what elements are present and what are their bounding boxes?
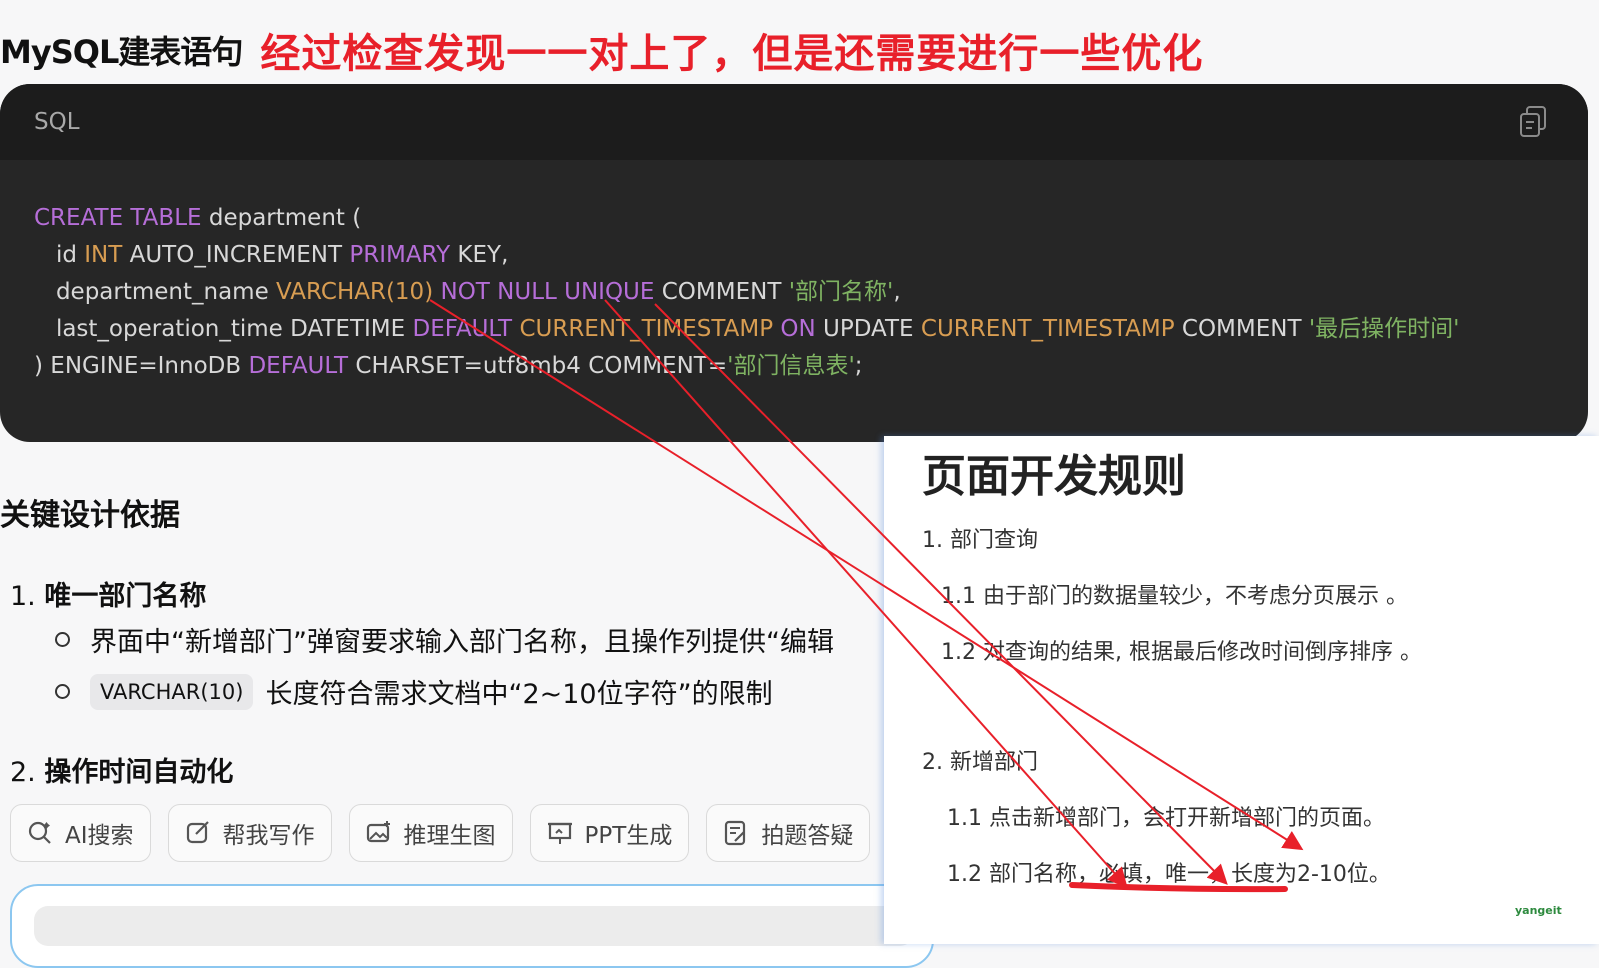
doc-line: 1. 部门查询 — [922, 528, 1038, 553]
code-text: last_operation_time DATETIME — [55, 316, 413, 342]
photo-question-icon — [725, 820, 746, 846]
code-keyword: DEFAULT — [248, 353, 349, 379]
code-string: '最后操作时间' — [1308, 316, 1460, 342]
bullet-circle-icon — [55, 684, 70, 699]
list-item-title: 唯一部门名称 — [44, 581, 207, 612]
edit-icon — [186, 821, 209, 844]
code-line-5: ) ENGINE=InnoDB DEFAULT CHARSET=utf8mb4 … — [34, 348, 1588, 385]
code-text: AUTO_INCREMENT — [122, 242, 350, 268]
code-text: department_name — [55, 279, 277, 305]
writing-assistant-button[interactable]: 帮我写作 — [167, 804, 332, 862]
code-text: CHARSET=utf8mb4 COMMENT= — [348, 353, 728, 379]
code-text: COMMENT — [1174, 316, 1309, 342]
chat-input-field[interactable] — [34, 906, 914, 946]
list-number: 1. — [10, 581, 36, 612]
code-text: KEY, — [450, 242, 509, 268]
code-language-label: SQL — [34, 109, 80, 135]
code-keyword: CREATE TABLE — [34, 205, 202, 231]
code-string: '部门名称' — [788, 279, 894, 305]
code-string: '部门信息表' — [727, 353, 855, 379]
code-keyword: ON — [780, 316, 816, 342]
code-keyword: PRIMARY — [349, 242, 451, 268]
bullet-text: 界面中“新增部门”弹窗要求输入部门名称，且操作列提供“编辑 — [90, 627, 834, 658]
list-item-1: 1. 唯一部门名称 — [10, 574, 206, 613]
doc-line: 2. 新增部门 — [922, 750, 1038, 775]
bullet-text: 长度符合需求文档中“2~10位字符”的限制 — [265, 679, 773, 710]
title-row: MySQL建表语句 经过检查发现一一对上了，但是还需要进行一些优化 — [0, 22, 1203, 78]
red-annotation: 经过检查发现一一对上了，但是还需要进行一些优化 — [260, 31, 1204, 77]
code-text: department ( — [201, 205, 362, 231]
photo-question-button[interactable]: 拍题答疑 — [706, 804, 871, 862]
code-header: SQL — [0, 84, 1588, 160]
code-line-4: last_operation_time DATETIME DEFAULT CUR… — [34, 311, 1588, 348]
list-number: 2. — [10, 757, 36, 788]
code-text: COMMENT — [654, 279, 789, 305]
code-type: CURRENT_TIMESTAMP — [920, 316, 1175, 342]
ai-search-button[interactable]: AI搜索 — [10, 804, 151, 862]
code-text: , — [893, 279, 901, 305]
code-keyword: DEFAULT — [412, 316, 513, 342]
ppt-icon — [547, 822, 572, 844]
code-text: UPDATE — [815, 316, 921, 342]
doc-line: 1.1 由于部门的数据量较少，不考虑分页展示 。 — [941, 584, 1408, 609]
image-gen-icon — [366, 821, 390, 843]
list-item-2: 2. 操作时间自动化 — [10, 750, 233, 789]
image-generation-button[interactable]: 推理生图 — [348, 804, 513, 862]
code-type: CURRENT_TIMESTAMP — [519, 316, 774, 342]
code-content: CREATE TABLE department ( id INT AUTO_IN… — [0, 160, 1588, 385]
inline-code: VARCHAR(10) — [90, 673, 254, 710]
doc-title: 页面开发规则 — [922, 451, 1186, 502]
bullet-item: VARCHAR(10) 长度符合需求文档中“2~10位字符”的限制 — [55, 672, 773, 711]
code-line-3: department_name VARCHAR(10) NOT NULL UNI… — [34, 274, 1588, 311]
button-label: PPT生成 — [584, 823, 673, 849]
button-label: 拍题答疑 — [761, 823, 854, 849]
ai-search-icon — [28, 821, 51, 844]
section-heading: 关键设计依据 — [0, 498, 180, 533]
quick-action-toolbar: AI搜索 帮我写作 推理生图 PPT生成 拍题答疑 — [10, 804, 871, 862]
code-keyword: NOT NULL UNIQUE — [440, 279, 655, 305]
button-label: 推理生图 — [403, 823, 496, 849]
bullet-item: 界面中“新增部门”弹窗要求输入部门名称，且操作列提供“编辑 — [55, 620, 834, 659]
copy-icon[interactable] — [1518, 105, 1548, 139]
list-item-title: 操作时间自动化 — [44, 757, 234, 788]
watermark: yangeit — [1515, 904, 1562, 917]
doc-line: 1.1 点击新增部门，会打开新增部门的页面。 — [947, 806, 1385, 831]
ppt-generation-button[interactable]: PPT生成 — [529, 804, 690, 862]
code-type: INT — [84, 242, 123, 268]
code-text: ; — [854, 353, 863, 379]
button-label: AI搜索 — [65, 823, 134, 849]
button-label: 帮我写作 — [222, 823, 315, 849]
doc-line: 1.2 对查询的结果, 根据最后修改时间倒序排序 。 — [941, 640, 1422, 665]
code-block: SQL CREATE TABLE department ( id INT AUT… — [0, 84, 1588, 442]
bullet-circle-icon — [55, 632, 70, 647]
page-title: MySQL建表语句 — [0, 33, 243, 71]
requirements-doc-panel: 页面开发规则 1. 部门查询 1.1 由于部门的数据量较少，不考虑分页展示 。 … — [884, 436, 1599, 944]
code-line-1: CREATE TABLE department ( — [34, 200, 1588, 237]
doc-line: 1.2 部门名称，必填，唯一，长度为2-10位。 — [947, 862, 1391, 887]
code-text: ) ENGINE=InnoDB — [34, 353, 249, 379]
code-line-2: id INT AUTO_INCREMENT PRIMARY KEY, — [34, 237, 1588, 274]
code-text: id — [55, 242, 85, 268]
code-type: VARCHAR(10) — [276, 279, 434, 305]
